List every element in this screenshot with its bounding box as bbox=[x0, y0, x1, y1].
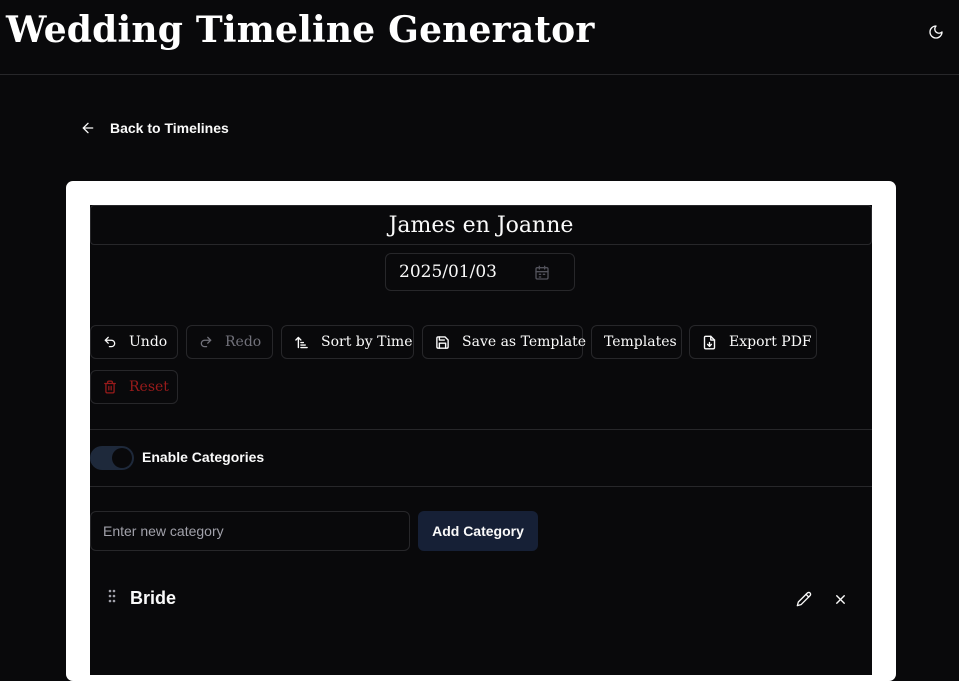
save-as-template-label: Save as Template bbox=[462, 334, 587, 350]
enable-categories-toggle[interactable] bbox=[90, 446, 134, 470]
sort-by-time-button[interactable]: Sort by Time bbox=[281, 325, 414, 359]
enable-categories-label: Enable Categories bbox=[142, 449, 265, 465]
pencil-icon bbox=[796, 591, 812, 607]
templates-label: Templates bbox=[604, 334, 677, 350]
file-download-icon bbox=[703, 335, 716, 349]
export-pdf-label: Export PDF bbox=[729, 334, 812, 350]
redo-button[interactable]: Redo bbox=[186, 325, 273, 359]
sort-by-time-label: Sort by Time bbox=[321, 334, 413, 350]
sort-ascending-icon bbox=[295, 336, 308, 348]
back-link-label: Back to Timelines bbox=[110, 120, 229, 136]
app-title: Wedding Timeline Generator bbox=[6, 9, 595, 51]
add-category-button[interactable]: Add Category bbox=[418, 511, 538, 551]
close-icon bbox=[835, 594, 845, 604]
section-divider bbox=[90, 429, 872, 430]
arrow-left-icon bbox=[82, 122, 94, 134]
timeline-editor: James en Joanne 2025/01/03 Undo Redo Sor… bbox=[90, 205, 872, 675]
moon-icon bbox=[929, 25, 943, 39]
wedding-date-field[interactable]: 2025/01/03 bbox=[385, 253, 575, 291]
undo-label: Undo bbox=[129, 334, 168, 350]
timeline-name-field[interactable]: James en Joanne bbox=[90, 205, 872, 245]
back-to-timelines-link[interactable]: Back to Timelines bbox=[80, 116, 229, 140]
reset-label: Reset bbox=[129, 379, 169, 395]
category-name: Bride bbox=[130, 588, 177, 608]
trash-icon bbox=[104, 380, 116, 394]
section-divider bbox=[90, 486, 872, 487]
new-category-input[interactable] bbox=[90, 511, 410, 551]
redo-label: Redo bbox=[225, 334, 262, 350]
templates-button[interactable]: Templates bbox=[591, 325, 682, 359]
export-pdf-button[interactable]: Export PDF bbox=[689, 325, 817, 359]
wedding-date-value: 2025/01/03 bbox=[399, 262, 497, 282]
toggle-knob bbox=[112, 448, 132, 468]
undo-icon bbox=[104, 336, 116, 348]
save-as-template-button[interactable]: Save as Template bbox=[422, 325, 587, 359]
reset-button[interactable]: Reset bbox=[90, 370, 178, 404]
edit-category-button[interactable] bbox=[792, 587, 816, 611]
delete-category-button[interactable] bbox=[828, 587, 852, 611]
calendar-icon[interactable] bbox=[534, 265, 550, 281]
redo-icon bbox=[200, 336, 212, 348]
theme-toggle-button[interactable] bbox=[924, 20, 948, 44]
undo-button[interactable]: Undo bbox=[90, 325, 178, 359]
app-header: Wedding Timeline Generator bbox=[0, 0, 959, 75]
drag-handle-icon[interactable] bbox=[108, 589, 116, 608]
save-icon bbox=[436, 335, 449, 349]
